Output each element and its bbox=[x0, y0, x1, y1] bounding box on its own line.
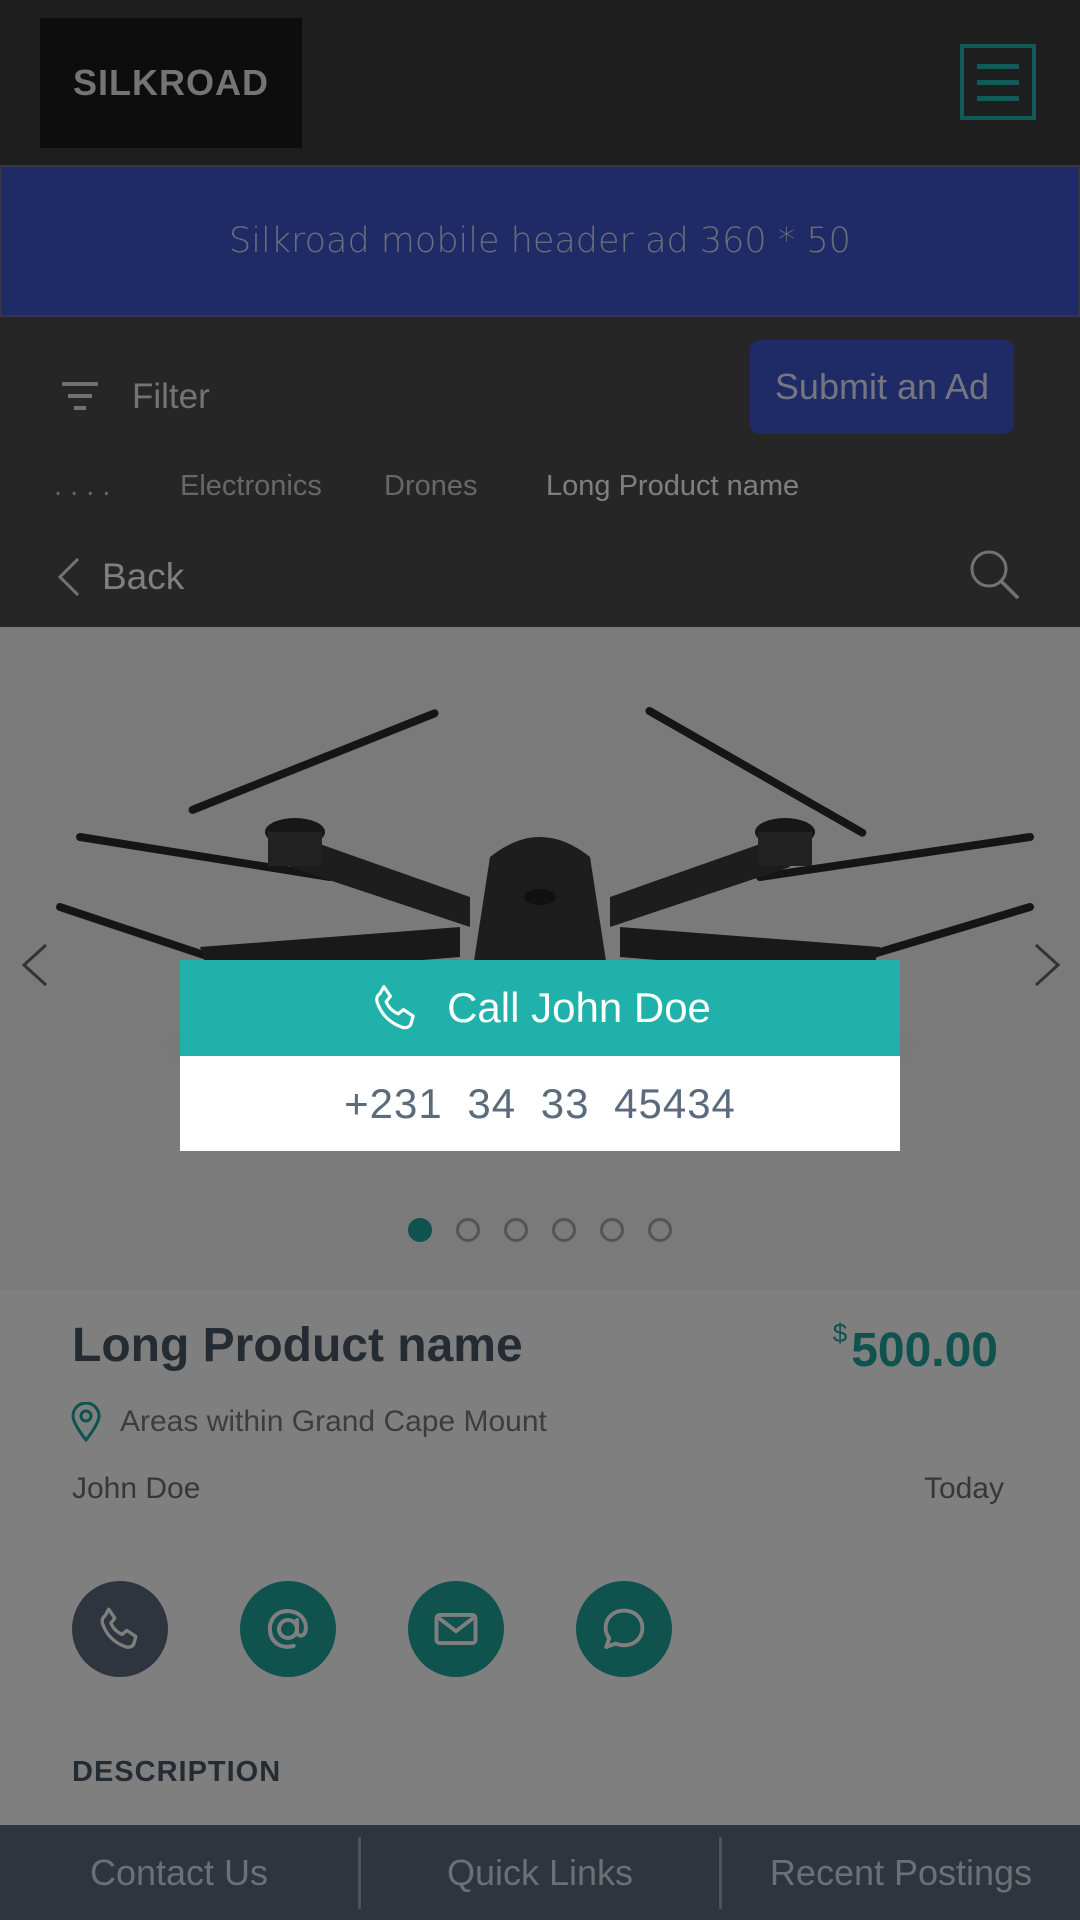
phone-number: +231 34 33 45434 bbox=[344, 1079, 736, 1127]
phone-icon bbox=[375, 985, 415, 1030]
call-modal: Call John Doe +231 34 33 45434 bbox=[180, 960, 900, 1151]
call-modal-header: Call John Doe bbox=[180, 960, 900, 1056]
call-phone-number-link[interactable]: +231 34 33 45434 bbox=[180, 1056, 900, 1151]
call-modal-title: Call John Doe bbox=[447, 984, 711, 1031]
